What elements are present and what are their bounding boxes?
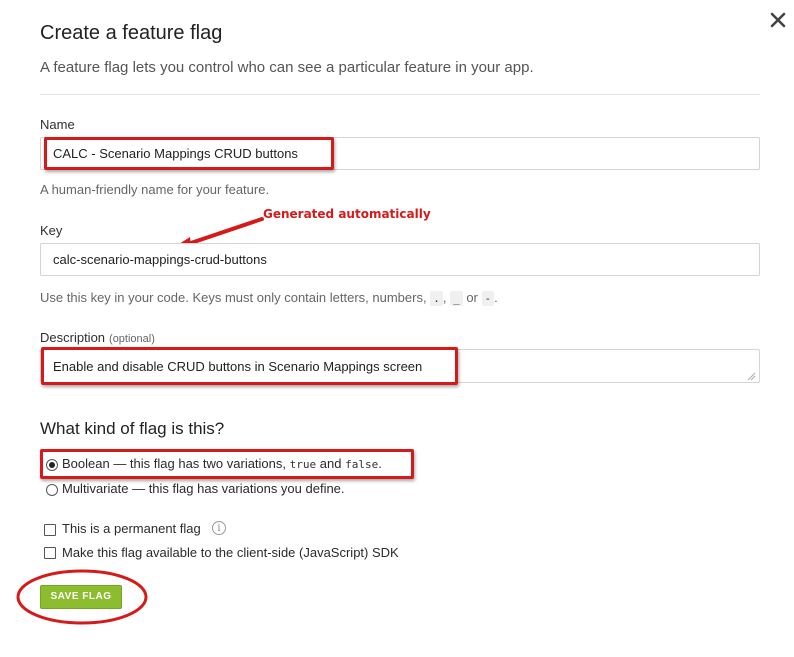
description-label: Description (optional) <box>40 330 155 345</box>
boolean-false-code: false <box>345 458 379 471</box>
description-highlight-box <box>41 347 458 385</box>
client-side-checkbox[interactable] <box>44 547 56 559</box>
key-help-text: Use this key in your code. Keys must onl… <box>40 290 498 306</box>
permanent-flag-checkbox[interactable] <box>44 524 56 536</box>
key-help-dash: - <box>481 291 495 306</box>
key-help-end: . <box>494 290 498 305</box>
dialog-title: Create a feature flag <box>40 22 223 44</box>
save-highlight-circle <box>16 569 148 625</box>
close-icon[interactable] <box>766 6 792 32</box>
client-side-label[interactable]: Make this flag available to the client-s… <box>62 545 399 560</box>
boolean-and: and <box>319 456 342 471</box>
boolean-option-label[interactable]: Boolean — this flag has two variations, … <box>62 456 382 471</box>
annotation-text: Generated automatically <box>263 207 431 221</box>
multivariate-option-label[interactable]: Multivariate — this flag has variations … <box>62 481 345 496</box>
header-divider <box>40 94 760 95</box>
key-input[interactable] <box>40 243 760 276</box>
description-optional: (optional) <box>109 333 155 345</box>
permanent-flag-label[interactable]: This is a permanent flag <box>62 521 201 536</box>
name-help-text: A human-friendly name for your feature. <box>40 182 270 197</box>
boolean-prefix: Boolean — this flag has two variations, <box>62 456 287 471</box>
flag-kind-title: What kind of flag is this? <box>40 419 225 438</box>
key-help-sep: , <box>442 290 447 305</box>
boolean-radio-dot <box>49 462 55 468</box>
multivariate-radio[interactable] <box>46 484 58 496</box>
dialog-subtitle: A feature flag lets you control who can … <box>40 59 534 76</box>
boolean-end: . <box>378 456 382 471</box>
key-help-prefix: Use this key in your code. Keys must onl… <box>40 290 427 305</box>
key-help-or: or <box>466 290 478 305</box>
key-help-dot: . <box>430 291 443 306</box>
key-label: Key <box>40 223 63 238</box>
name-highlight-box <box>44 137 334 170</box>
description-label-text: Description <box>40 330 106 345</box>
info-icon[interactable]: i <box>212 521 226 535</box>
key-help-underscore: _ <box>450 291 463 306</box>
boolean-radio[interactable] <box>46 459 58 471</box>
boolean-true-code: true <box>289 458 317 471</box>
resize-handle-icon[interactable] <box>746 371 756 381</box>
name-label: Name <box>40 117 75 132</box>
